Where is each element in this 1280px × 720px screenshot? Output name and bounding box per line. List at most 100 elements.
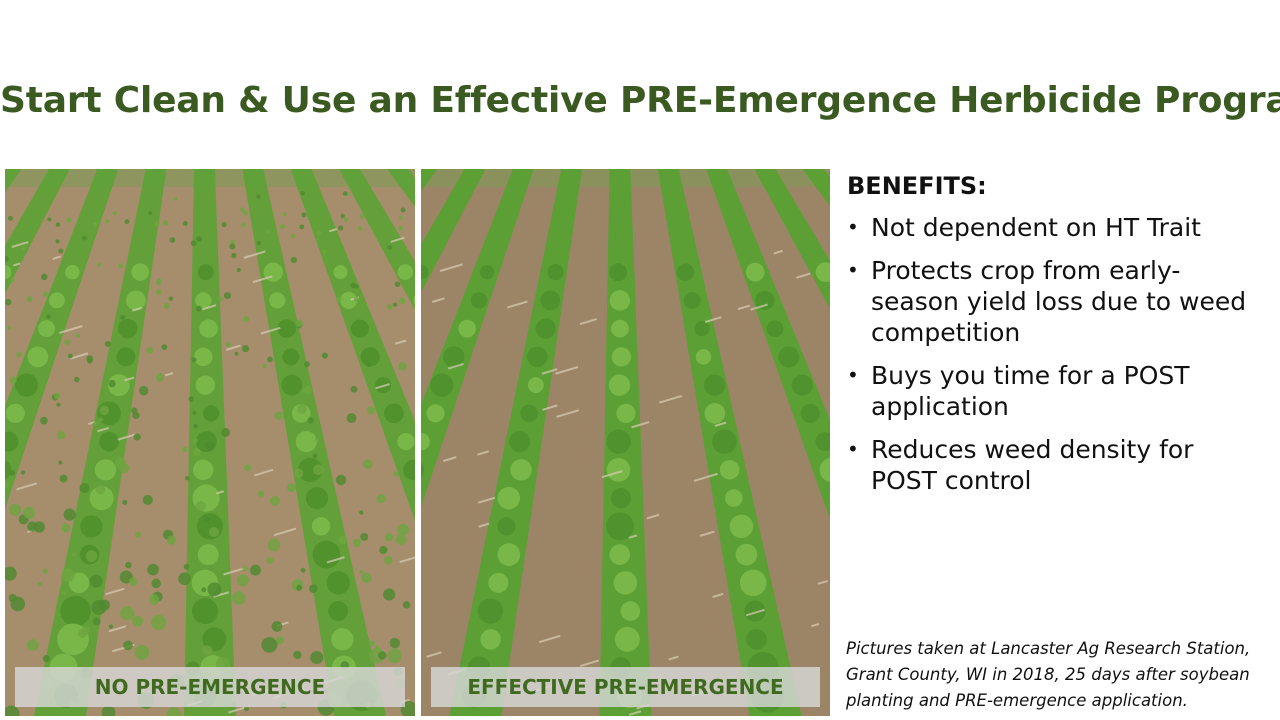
weed-patch <box>294 468 304 478</box>
weed-patch <box>108 379 116 388</box>
weed-patch <box>387 304 393 310</box>
weed-patch <box>207 582 222 597</box>
field-photo-clean <box>421 169 830 716</box>
weed-patch <box>92 421 98 427</box>
weed-patch <box>366 362 371 368</box>
weed-patch <box>395 533 407 546</box>
weed-patch <box>192 438 198 444</box>
weed-patch <box>108 624 113 629</box>
weed-patch <box>231 252 237 259</box>
weed-patch <box>338 535 348 545</box>
weed-patch <box>67 353 73 359</box>
weed-patch <box>191 357 197 363</box>
crop-leaf <box>282 348 300 366</box>
weed-patch <box>353 296 360 302</box>
crop-leaf <box>397 433 415 451</box>
weed-patch <box>389 637 401 649</box>
crop-leaf <box>5 403 25 423</box>
crop-leaf <box>614 626 640 652</box>
weed-patch <box>133 433 141 441</box>
weed-patch <box>343 217 349 222</box>
weed-patch <box>267 538 281 552</box>
weed-patch <box>394 281 401 288</box>
weed-patch <box>81 625 91 635</box>
crop-leaf <box>527 377 544 394</box>
weed-patch <box>61 568 75 583</box>
weed-patch <box>376 493 386 504</box>
weed-patch <box>299 224 305 230</box>
weed-patch <box>192 410 197 415</box>
weed-patch <box>310 651 324 665</box>
weed-patch <box>361 572 372 584</box>
weed-patch <box>346 413 357 424</box>
weed-patch <box>123 640 133 651</box>
weed-patch <box>312 464 324 476</box>
weed-patch <box>359 569 364 575</box>
crop-leaf <box>746 628 767 650</box>
weed-patch <box>10 278 15 283</box>
benefits-panel: BENEFITS: • Not dependent on HT Trait • … <box>847 172 1267 508</box>
weed-patch <box>398 215 404 220</box>
benefit-text: Not dependent on HT Trait <box>871 213 1201 242</box>
weed-patch <box>352 538 362 548</box>
weed-patch <box>92 222 98 228</box>
weed-patch <box>265 229 271 235</box>
crop-leaf <box>739 569 767 597</box>
weed-patch <box>182 220 188 226</box>
crop-leaf <box>606 429 631 454</box>
weed-patch <box>229 243 236 250</box>
bullet-icon: • <box>847 258 859 282</box>
weed-patch <box>367 406 376 415</box>
weed-patch <box>242 565 248 572</box>
bullet-icon: • <box>847 215 859 239</box>
weed-patch <box>362 459 373 470</box>
weed-patch <box>85 550 98 562</box>
weed-patch <box>397 523 410 536</box>
slide-title: Start Clean & Use an Effective PRE-Emerg… <box>0 80 1280 121</box>
weed-patch <box>397 361 407 371</box>
crop-leaf <box>192 459 214 481</box>
weed-patch <box>37 581 42 587</box>
crop-leaf <box>488 572 509 593</box>
weed-patch <box>232 591 246 605</box>
weed-patch <box>40 273 48 281</box>
crop-leaf <box>350 319 369 338</box>
crop-leaf <box>609 263 628 282</box>
crop-leaf <box>116 347 136 367</box>
crop-leaf <box>197 264 214 281</box>
crop-leaf <box>497 517 516 536</box>
weed-patch <box>131 615 144 627</box>
weed-patch <box>92 617 101 626</box>
crop-leaf <box>118 318 138 339</box>
weed-patch <box>154 221 160 227</box>
weed-patch <box>61 590 67 596</box>
crop-leaf <box>384 403 404 424</box>
crop-leaf <box>778 346 800 368</box>
weed-patch <box>97 262 102 267</box>
weed-patch <box>368 640 376 647</box>
weed-patch <box>398 225 404 231</box>
weed-patch <box>79 482 90 494</box>
weed-patch <box>193 448 201 456</box>
crop-leaf <box>326 571 350 595</box>
weed-patch <box>266 556 274 564</box>
weed-patch <box>293 650 302 660</box>
crop-leaf <box>735 543 758 566</box>
weed-patch <box>89 574 103 588</box>
crop-leaf <box>27 346 49 368</box>
crop-leaf <box>609 544 631 565</box>
weed-patch <box>122 499 128 505</box>
weed-patch <box>117 263 124 269</box>
weed-patch <box>183 563 190 570</box>
weed-patch <box>241 222 246 228</box>
weed-patch <box>225 341 231 348</box>
benefit-item: • Not dependent on HT Trait <box>847 212 1267 243</box>
weed-patch <box>74 376 80 383</box>
benefits-heading: BENEFITS: <box>847 172 987 200</box>
crop-leaf <box>328 601 349 622</box>
crop-leaf <box>305 486 329 510</box>
weed-patch <box>147 563 159 576</box>
weed-patch <box>146 347 154 354</box>
weed-patch <box>300 190 305 196</box>
crop-leaf <box>611 319 629 338</box>
